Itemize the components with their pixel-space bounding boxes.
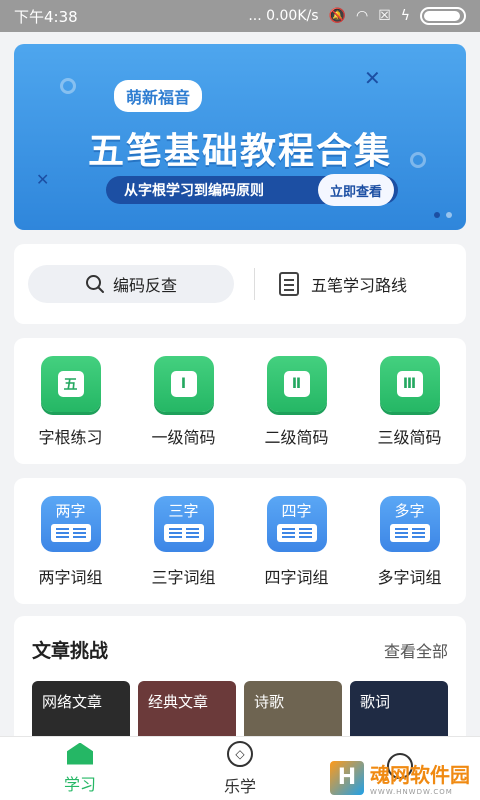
grid-item-level1-code[interactable]: Ⅰ 一级简码: [134, 356, 234, 464]
banner-subtitle-text: 从字根学习到编码原则: [124, 183, 264, 199]
grid-item-multi-char-phrase[interactable]: 多字 多字词组: [360, 496, 460, 604]
article-card-label: 网络文章: [42, 693, 103, 711]
grid-item-label: 四字词组: [264, 568, 329, 587]
document-icon: [279, 272, 299, 296]
status-bar: 下午4:38 ... 0.00K/s 🔕 ◠ ☒ ϟ: [0, 0, 480, 32]
grid-item-label: 三字词组: [151, 568, 216, 587]
tab-label: 学习: [63, 774, 96, 794]
compass-icon: ◇: [227, 740, 253, 767]
level1-code-icon: Ⅰ: [153, 356, 214, 412]
banner-tag: 萌新福音: [114, 80, 203, 112]
radical-practice-icon: 五: [40, 356, 101, 412]
grid-item-label: 字根练习: [38, 428, 103, 447]
mute-icon: 🔕: [328, 8, 346, 24]
tab-fun-learning[interactable]: ◇ 乐学: [160, 737, 320, 800]
icon-glyph: 两字: [55, 502, 86, 520]
grid-item-two-char-phrase[interactable]: 两字 两字词组: [21, 496, 121, 604]
grid-item-level3-code[interactable]: Ⅲ 三级简码: [360, 356, 460, 464]
view-all-link[interactable]: 查看全部: [384, 638, 448, 662]
icon-glyph: 三字: [168, 502, 199, 520]
watermark-text: 魂网软件园: [370, 763, 470, 787]
site-watermark: H 魂网软件园 WWW.HNWDW.COM: [330, 759, 470, 796]
book-icon: 两字: [40, 496, 101, 552]
watermark-logo: H: [330, 760, 364, 795]
icon-glyph: Ⅲ: [396, 371, 423, 397]
divider: [254, 268, 255, 300]
home-icon: [67, 742, 93, 765]
icon-glyph: 多字: [394, 502, 425, 520]
icon-glyph: 四字: [281, 502, 312, 520]
sim-icon: ☒: [378, 8, 391, 24]
article-card-label: 歌词: [360, 693, 391, 711]
search-card: 编码反查 五笔学习路线: [14, 244, 466, 324]
icon-glyph: Ⅱ: [283, 371, 310, 397]
watermark-url: WWW.HNWDW.COM: [370, 788, 453, 796]
grid-item-four-char-phrase[interactable]: 四字 四字词组: [247, 496, 347, 604]
grid-item-label: 一级简码: [151, 428, 216, 447]
network-speed: ... 0.00K/s: [248, 8, 319, 24]
view-now-button[interactable]: 立即查看: [318, 174, 395, 206]
learning-route-button[interactable]: 五笔学习路线: [279, 272, 407, 296]
carousel-dot-active: [434, 212, 440, 218]
article-card-label: 经典文章: [148, 693, 209, 711]
practice-grid: 五 字根练习 Ⅰ 一级简码 Ⅱ 二级简码 Ⅲ 三级简码: [14, 338, 466, 464]
learning-route-label: 五笔学习路线: [311, 276, 408, 295]
book-icon: 四字: [266, 496, 327, 552]
article-card-label: 诗歌: [254, 693, 285, 711]
cross-decoration: ✕: [364, 66, 381, 90]
wifi-icon: ◠: [355, 8, 369, 24]
grid-item-level2-code[interactable]: Ⅱ 二级简码: [247, 356, 347, 464]
icon-glyph: Ⅰ: [170, 371, 197, 397]
level3-code-icon: Ⅲ: [379, 356, 440, 412]
promo-banner[interactable]: ✕ ✕ 萌新福音 五笔基础教程合集 从字根学习到编码原则 立即查看: [14, 44, 466, 230]
carousel-dots: [434, 212, 452, 218]
grid-item-label: 二级简码: [264, 428, 329, 447]
circle-decoration: [60, 78, 76, 94]
book-icon: 多字: [379, 496, 440, 552]
article-challenge-section: 文章挑战 查看全部 网络文章 经典文章 诗歌 歌词: [14, 616, 466, 756]
grid-item-three-char-phrase[interactable]: 三字 三字词组: [134, 496, 234, 604]
icon-glyph: 五: [57, 371, 84, 397]
status-time: 下午4:38: [14, 7, 78, 26]
grid-item-label: 三级简码: [377, 428, 442, 447]
code-lookup-button[interactable]: 编码反查: [28, 265, 234, 303]
level2-code-icon: Ⅱ: [266, 356, 327, 412]
code-lookup-label: 编码反查: [112, 276, 177, 295]
status-icons: ... 0.00K/s 🔕 ◠ ☒ ϟ: [248, 7, 466, 25]
tab-study[interactable]: 学习: [0, 737, 160, 800]
tab-label: 乐学: [223, 776, 256, 796]
battery-icon: [420, 7, 466, 25]
grid-item-label: 两字词组: [38, 568, 103, 587]
grid-item-label: 多字词组: [377, 568, 442, 587]
phrase-grid: 两字 两字词组 三字 三字词组 四字 四字词组 多字 多字词组: [14, 478, 466, 604]
search-icon: [85, 275, 104, 293]
charging-icon: ϟ: [400, 8, 410, 24]
book-icon: 三字: [153, 496, 214, 552]
section-title: 文章挑战: [32, 640, 109, 662]
carousel-dot: [446, 212, 452, 218]
banner-title: 五笔基础教程合集: [87, 131, 392, 172]
grid-item-radical-practice[interactable]: 五 字根练习: [21, 356, 121, 464]
